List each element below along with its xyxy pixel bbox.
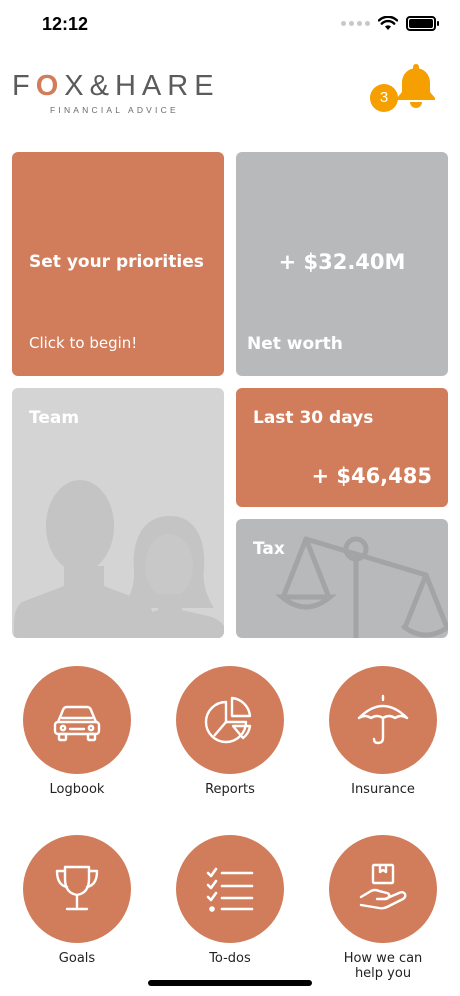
net-worth-value: + $32.40M bbox=[278, 250, 406, 274]
logo-title: FOX&HARE bbox=[12, 70, 220, 102]
umbrella-icon bbox=[357, 694, 409, 745]
tax-label: Tax bbox=[253, 539, 285, 559]
battery-icon bbox=[406, 16, 439, 31]
signal-icon bbox=[341, 21, 370, 26]
brand-logo: FOX&HARE FINANCIAL ADVICE bbox=[12, 70, 220, 115]
status-time: 12:12 bbox=[42, 14, 89, 34]
trophy-icon bbox=[55, 865, 99, 911]
priorities-subtitle: Click to begin! bbox=[29, 334, 138, 352]
priorities-title: Set your priorities bbox=[29, 252, 204, 272]
goals-label: Goals bbox=[58, 951, 96, 966]
team-silhouette-icon bbox=[14, 480, 224, 638]
notifications-button[interactable]: 3 bbox=[370, 62, 440, 112]
wifi-icon bbox=[378, 16, 398, 30]
todos-label: To-dos bbox=[209, 951, 251, 966]
todos-button[interactable]: To-dos bbox=[160, 835, 300, 966]
net-worth-tile[interactable]: + $32.40M Net worth bbox=[236, 152, 448, 376]
notification-badge: 3 bbox=[370, 84, 398, 112]
logbook-label: Logbook bbox=[49, 782, 105, 797]
team-label: Team bbox=[29, 408, 80, 428]
bell-icon bbox=[397, 64, 435, 108]
checklist-icon bbox=[206, 867, 254, 912]
help-label: How we can help you bbox=[343, 951, 423, 981]
hand-box-icon bbox=[359, 863, 407, 910]
net-worth-label: Net worth bbox=[247, 334, 343, 354]
car-icon bbox=[53, 705, 101, 742]
home-indicator[interactable] bbox=[148, 980, 312, 986]
pie-chart-icon bbox=[204, 696, 252, 744]
scales-icon bbox=[276, 536, 448, 638]
help-button[interactable]: How we can help you bbox=[313, 835, 453, 981]
reports-label: Reports bbox=[205, 782, 255, 797]
logbook-button[interactable]: Logbook bbox=[7, 666, 147, 797]
last-30-days-value: + $46,485 bbox=[311, 464, 432, 488]
status-bar: 12:12 bbox=[0, 0, 460, 50]
team-tile[interactable]: Team bbox=[12, 388, 224, 638]
reports-button[interactable]: Reports bbox=[160, 666, 300, 797]
fox-logo-letter: O bbox=[35, 70, 65, 102]
status-icons bbox=[341, 16, 439, 31]
insurance-button[interactable]: Insurance bbox=[313, 666, 453, 797]
last-30-days-tile[interactable]: Last 30 days + $46,485 bbox=[236, 388, 448, 507]
last-30-days-label: Last 30 days bbox=[253, 408, 374, 428]
insurance-label: Insurance bbox=[351, 782, 415, 797]
goals-button[interactable]: Goals bbox=[7, 835, 147, 966]
priorities-tile[interactable]: Set your priorities Click to begin! bbox=[12, 152, 224, 376]
logo-subtitle: FINANCIAL ADVICE bbox=[50, 105, 179, 115]
tax-tile[interactable]: Tax bbox=[236, 519, 448, 638]
